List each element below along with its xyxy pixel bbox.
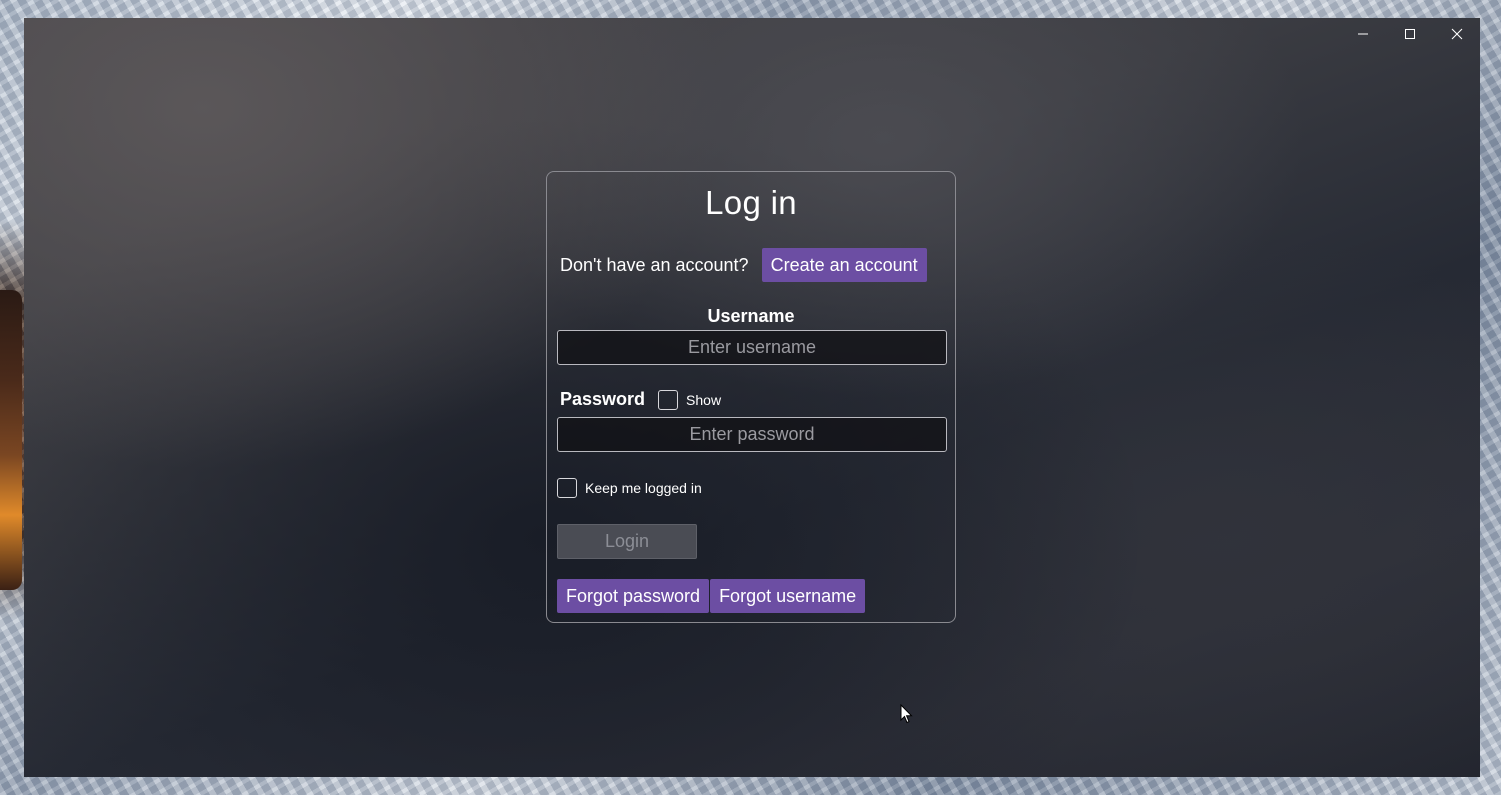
maximize-button[interactable] (1386, 18, 1433, 50)
keep-logged-in-label: Keep me logged in (585, 480, 702, 496)
show-password-checkbox[interactable] (658, 389, 679, 410)
window-caption-buttons (1339, 18, 1480, 50)
username-label: Username (707, 306, 795, 326)
login-button[interactable]: Login (557, 524, 697, 559)
username-input[interactable] (557, 330, 947, 365)
forgot-username-button[interactable]: Forgot username (710, 579, 866, 613)
minimize-button[interactable] (1339, 18, 1386, 50)
show-password-label: Show (686, 391, 722, 408)
password-input[interactable] (557, 417, 947, 452)
account-question-text: Don't have an account? (560, 254, 749, 275)
close-button[interactable] (1433, 18, 1480, 50)
maximize-icon (1404, 29, 1415, 39)
minimize-icon (1357, 33, 1368, 35)
keep-logged-in-row: Keep me logged in (557, 478, 702, 498)
forgot-buttons-row: Forgot password Forgot username (557, 579, 866, 613)
mouse-cursor-icon (900, 704, 913, 724)
wallpaper-orange-object (0, 290, 22, 590)
login-card: Log in Don't have an account? Create an … (546, 171, 956, 623)
create-account-row: Don't have an account? Create an account (560, 248, 927, 282)
close-icon (1451, 28, 1462, 40)
app-window: Log in Don't have an account? Create an … (24, 18, 1480, 777)
password-label: Password (560, 389, 646, 409)
keep-logged-in-checkbox[interactable] (557, 478, 577, 498)
login-title: Log in (705, 184, 797, 221)
create-account-button[interactable]: Create an account (761, 248, 927, 282)
password-label-row: Password Show (560, 389, 721, 410)
forgot-password-button[interactable]: Forgot password (557, 579, 710, 613)
